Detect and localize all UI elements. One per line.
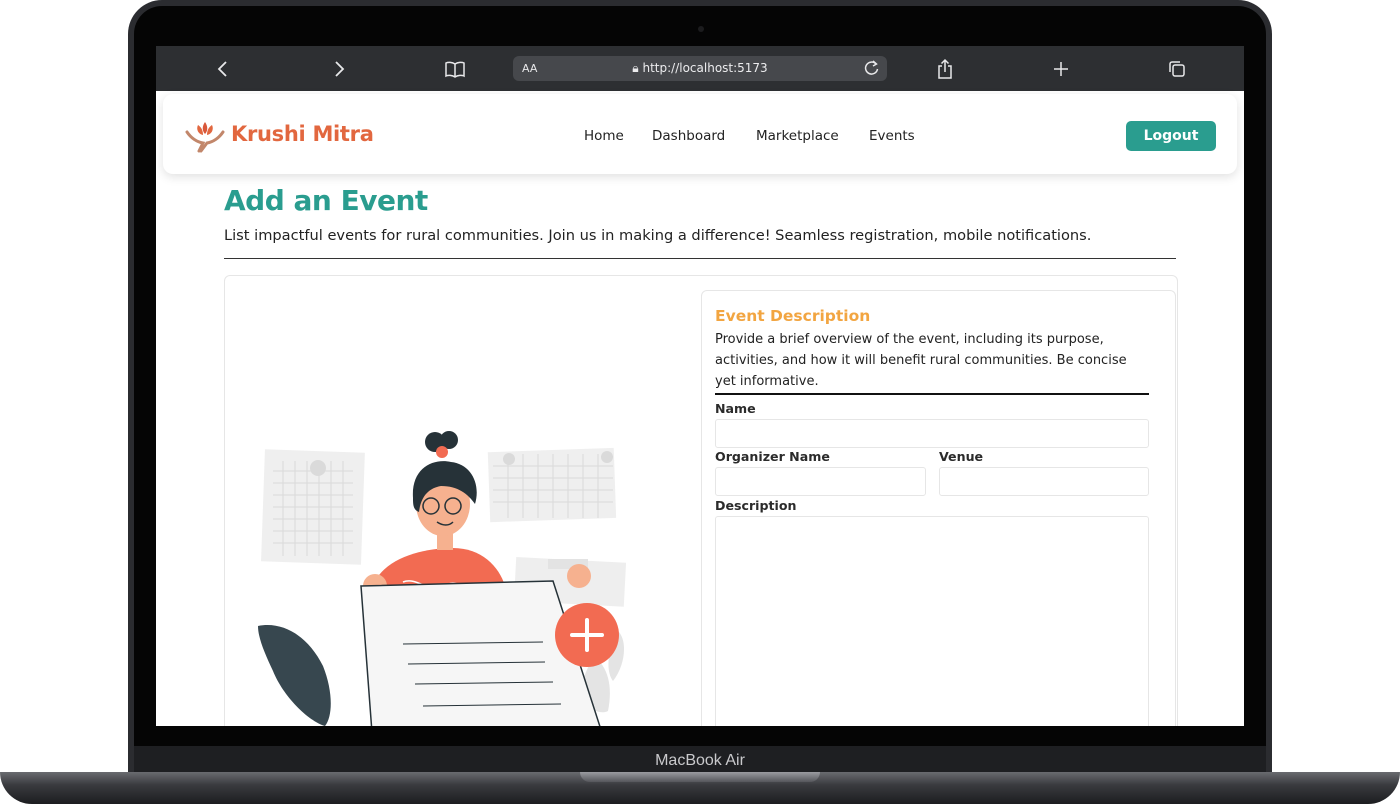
form-divider (715, 393, 1149, 395)
event-form: Event Description Provide a brief overvi… (701, 290, 1176, 726)
description-textarea[interactable] (715, 516, 1149, 726)
page-title: Add an Event (224, 184, 428, 217)
laptop-notch (580, 772, 820, 782)
venue-input[interactable] (939, 467, 1149, 496)
page-subtitle: List impactful events for rural communit… (224, 227, 1092, 244)
back-icon[interactable] (210, 56, 236, 82)
name-input[interactable] (715, 419, 1149, 448)
form-title: Event Description (715, 307, 871, 325)
bookmarks-icon[interactable] (442, 56, 468, 82)
address-bar[interactable]: AA 🔒︎ http://localhost:5173 (513, 56, 887, 81)
venue-label: Venue (939, 449, 984, 464)
organizer-label: Organizer Name (715, 449, 830, 464)
event-illustration (253, 426, 673, 726)
name-label: Name (715, 401, 756, 416)
nav-link-events[interactable]: Events (869, 128, 915, 144)
site-navbar: Krushi Mitra Home Dashboard Marketplace … (163, 94, 1237, 174)
nav-link-dashboard[interactable]: Dashboard (652, 128, 725, 144)
reload-icon[interactable] (863, 59, 881, 77)
nav-link-marketplace[interactable]: Marketplace (756, 128, 839, 144)
browser-toolbar: AA 🔒︎ http://localhost:5173 (156, 46, 1244, 91)
new-tab-icon[interactable] (1048, 56, 1074, 82)
lock-icon: 🔒︎ (632, 61, 643, 75)
device-label: MacBook Air (655, 752, 745, 769)
browser-screen: AA 🔒︎ http://localhost:5173 Krushi Mitra… (156, 46, 1244, 726)
share-icon[interactable] (932, 56, 958, 82)
organizer-input[interactable] (715, 467, 926, 496)
form-description: Provide a brief overview of the event, i… (715, 332, 1127, 389)
brand-name[interactable]: Krushi Mitra (231, 122, 374, 146)
logout-button[interactable]: Logout (1126, 121, 1216, 151)
nav-link-home[interactable]: Home (584, 128, 624, 144)
url-display[interactable]: 🔒︎ http://localhost:5173 (513, 61, 887, 76)
camera (698, 26, 704, 32)
url-text: http://localhost:5173 (642, 61, 768, 75)
description-label: Description (715, 498, 797, 513)
forward-icon[interactable] (326, 56, 352, 82)
tabs-overview-icon[interactable] (1164, 56, 1190, 82)
header-divider (224, 258, 1176, 259)
logo-icon[interactable] (183, 116, 227, 156)
